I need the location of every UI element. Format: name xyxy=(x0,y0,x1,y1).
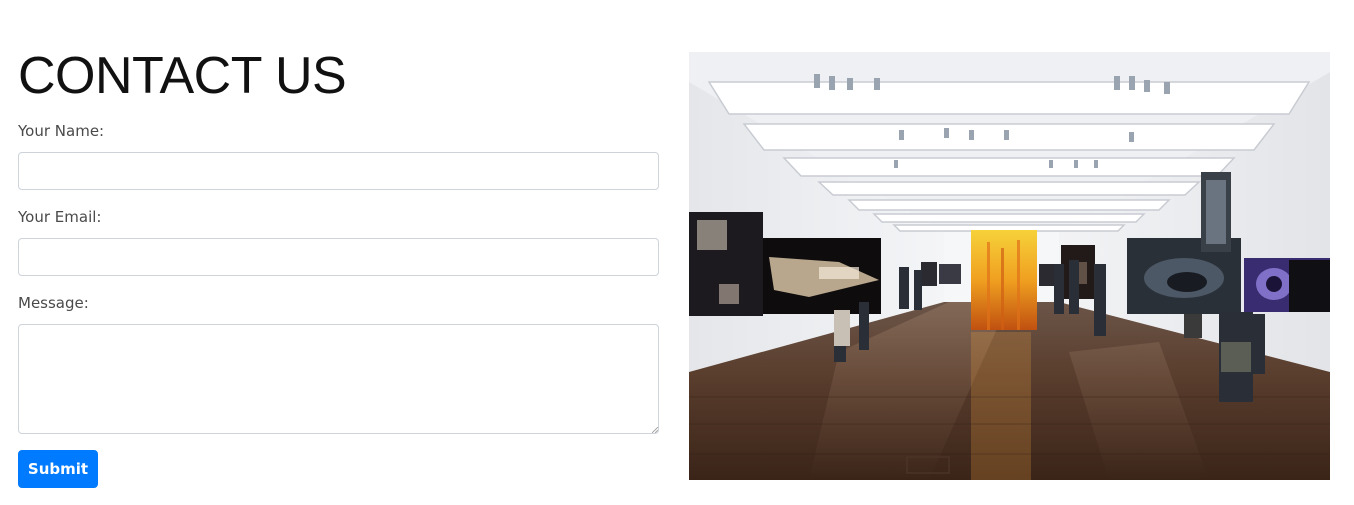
submit-button[interactable]: Submit xyxy=(18,450,98,488)
email-input[interactable] xyxy=(18,238,659,276)
gallery-photo xyxy=(689,52,1330,480)
message-textarea[interactable] xyxy=(18,324,659,434)
page-title: CONTACT US xyxy=(18,47,347,105)
email-label: Your Email: xyxy=(18,208,102,226)
name-label: Your Name: xyxy=(18,122,105,140)
name-input[interactable] xyxy=(18,152,659,190)
message-label: Message: xyxy=(18,294,89,312)
resize-grip-icon[interactable] xyxy=(652,427,658,433)
